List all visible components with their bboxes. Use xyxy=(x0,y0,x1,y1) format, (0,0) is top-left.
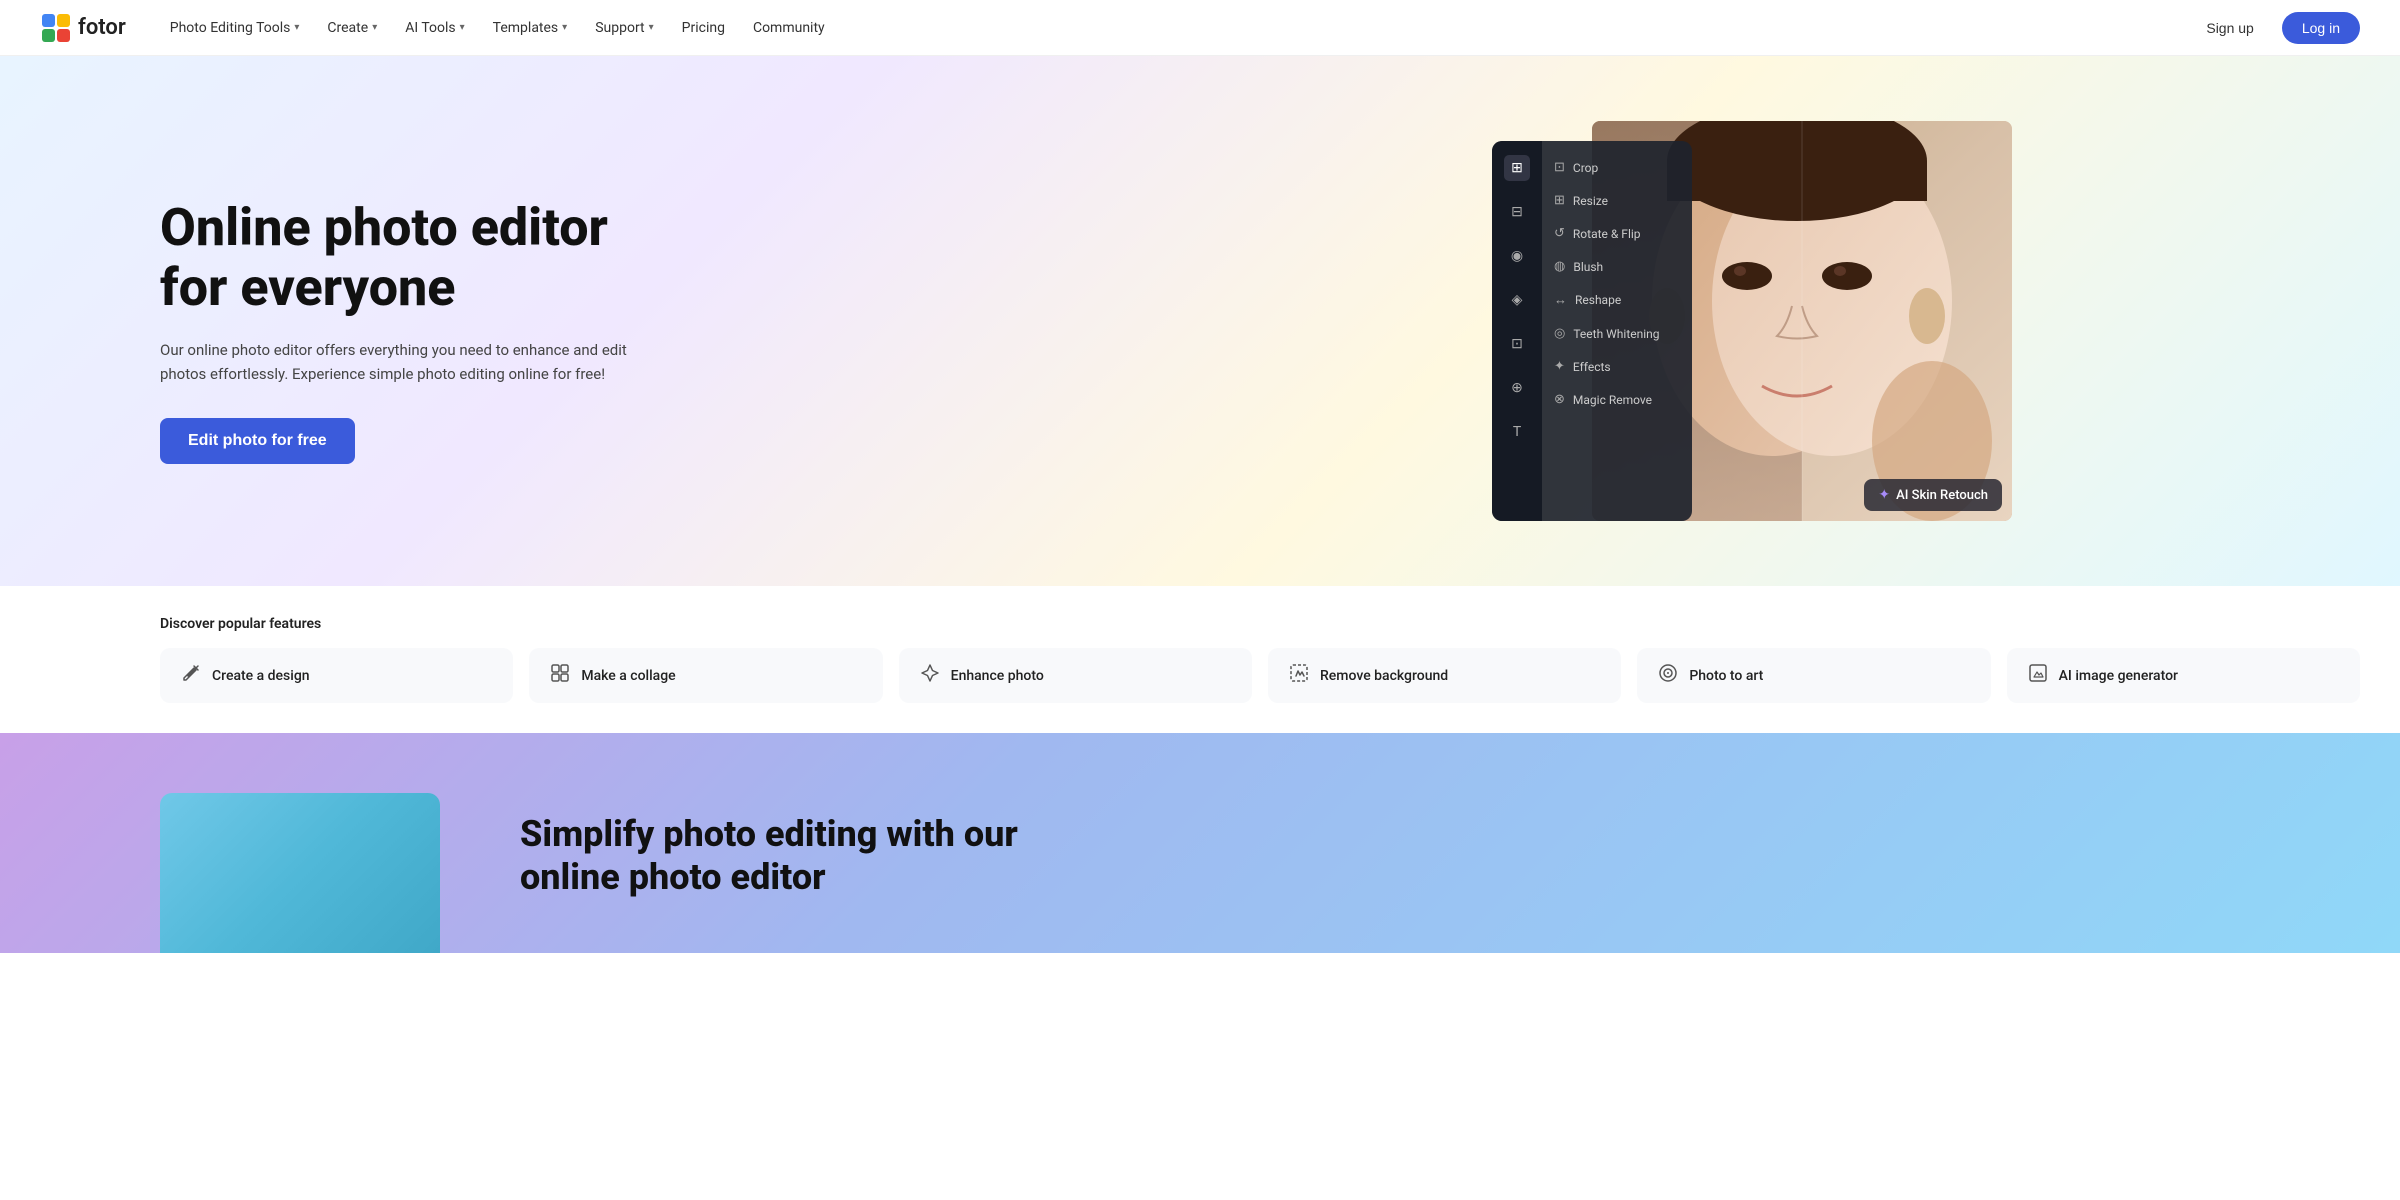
teeth-icon: ◎ xyxy=(1554,326,1565,341)
nav-ai-tools[interactable]: AI Tools ▾ xyxy=(393,14,476,42)
effects-icon: ✦ xyxy=(1554,359,1565,374)
rotate-icon: ↺ xyxy=(1554,226,1565,241)
ai-star-icon: ✦ xyxy=(1878,487,1890,503)
nav-items: Photo Editing Tools ▾ Create ▾ AI Tools … xyxy=(158,14,2191,42)
hero-section: Online photo editor for everyone Our onl… xyxy=(0,56,2400,586)
nav-pricing[interactable]: Pricing xyxy=(670,14,737,42)
blush-icon: ◍ xyxy=(1554,259,1565,274)
editor-panel: ⊞ ⊟ ◉ ◈ ⊡ ⊕ T ⊡ Crop ⊞ Resize xyxy=(1492,141,1692,521)
menu-teeth[interactable]: ◎ Teeth Whitening xyxy=(1542,319,1692,348)
brand-name: fotor xyxy=(78,15,126,40)
nav-templates[interactable]: Templates ▾ xyxy=(481,14,580,42)
features-label: Discover popular features xyxy=(160,616,2360,632)
menu-magic-remove[interactable]: ⊗ Magic Remove xyxy=(1542,385,1692,414)
menu-blush[interactable]: ◍ Blush xyxy=(1542,252,1692,281)
photo-to-art-icon xyxy=(1657,662,1679,689)
chevron-down-icon: ▾ xyxy=(562,22,567,33)
resize-icon: ⊞ xyxy=(1554,193,1565,208)
create-design-icon xyxy=(180,662,202,689)
feature-create-design[interactable]: Create a design xyxy=(160,648,513,703)
signup-button[interactable]: Sign up xyxy=(2190,12,2269,44)
nav-photo-editing-tools[interactable]: Photo Editing Tools ▾ xyxy=(158,14,312,42)
feature-remove-background[interactable]: Remove background xyxy=(1268,648,1621,703)
hero-subtitle: Our online photo editor offers everythin… xyxy=(160,338,660,386)
logo[interactable]: fotor xyxy=(40,12,126,44)
sidebar-people-icon[interactable]: ⊕ xyxy=(1504,375,1530,401)
magic-remove-icon: ⊗ xyxy=(1554,392,1565,407)
menu-resize[interactable]: ⊞ Resize xyxy=(1542,186,1692,215)
feature-ai-image-generator[interactable]: AI image generator xyxy=(2007,648,2360,703)
chevron-down-icon: ▾ xyxy=(649,22,654,33)
menu-reshape[interactable]: ↔ Reshape xyxy=(1542,285,1692,315)
chevron-down-icon: ▾ xyxy=(460,22,465,33)
bottom-section: Simplify photo editing with our online p… xyxy=(0,733,2400,953)
hero-image-area: ⊞ ⊟ ◉ ◈ ⊡ ⊕ T ⊡ Crop ⊞ Resize xyxy=(1104,56,2400,586)
feature-photo-to-art[interactable]: Photo to art xyxy=(1637,648,1990,703)
bottom-preview-image xyxy=(160,793,440,953)
ai-image-generator-icon xyxy=(2027,662,2049,689)
nav-community[interactable]: Community xyxy=(741,14,837,42)
navbar: fotor Photo Editing Tools ▾ Create ▾ AI … xyxy=(0,0,2400,56)
bottom-text: Simplify photo editing with our online p… xyxy=(520,793,1020,899)
menu-crop[interactable]: ⊡ Crop xyxy=(1542,153,1692,182)
chevron-down-icon: ▾ xyxy=(294,22,299,33)
sidebar-grid-icon[interactable]: ⊞ xyxy=(1504,155,1530,181)
chevron-down-icon: ▾ xyxy=(372,22,377,33)
editor-sidebar: ⊞ ⊟ ◉ ◈ ⊡ ⊕ T xyxy=(1492,141,1542,521)
features-grid: Create a design Make a collage Enhance p… xyxy=(160,648,2360,703)
make-collage-icon xyxy=(549,662,571,689)
hero-content: Online photo editor for everyone Our onl… xyxy=(0,138,700,504)
menu-rotate[interactable]: ↺ Rotate & Flip xyxy=(1542,219,1692,248)
hero-title: Online photo editor for everyone xyxy=(160,198,660,318)
enhance-photo-icon xyxy=(919,662,941,689)
nav-create[interactable]: Create ▾ xyxy=(315,14,389,42)
features-section: Discover popular features Create a desig… xyxy=(0,586,2400,733)
logo-icon xyxy=(40,12,72,44)
sidebar-filter-icon[interactable]: ◉ xyxy=(1504,243,1530,269)
sidebar-crop-icon[interactable]: ⊡ xyxy=(1504,331,1530,357)
nav-support[interactable]: Support ▾ xyxy=(583,14,665,42)
nav-actions: Sign up Log in xyxy=(2190,12,2360,44)
editor-mockup: ⊞ ⊟ ◉ ◈ ⊡ ⊕ T ⊡ Crop ⊞ Resize xyxy=(1492,121,2012,541)
sidebar-text-icon[interactable]: T xyxy=(1504,419,1530,445)
ai-skin-retouch-badge: ✦ AI Skin Retouch xyxy=(1864,479,2002,511)
reshape-icon: ↔ xyxy=(1554,292,1567,308)
sidebar-adjust-icon[interactable]: ⊟ xyxy=(1504,199,1530,225)
crop-icon: ⊡ xyxy=(1554,160,1565,175)
menu-effects[interactable]: ✦ Effects xyxy=(1542,352,1692,381)
bottom-title: Simplify photo editing with our online p… xyxy=(520,813,1020,899)
sidebar-beauty-icon[interactable]: ◈ xyxy=(1504,287,1530,313)
feature-enhance-photo[interactable]: Enhance photo xyxy=(899,648,1252,703)
edit-photo-cta-button[interactable]: Edit photo for free xyxy=(160,418,355,464)
feature-make-collage[interactable]: Make a collage xyxy=(529,648,882,703)
login-button[interactable]: Log in xyxy=(2282,12,2360,44)
remove-background-icon xyxy=(1288,662,1310,689)
editor-menu: ⊡ Crop ⊞ Resize ↺ Rotate & Flip ◍ Blush xyxy=(1542,141,1692,521)
